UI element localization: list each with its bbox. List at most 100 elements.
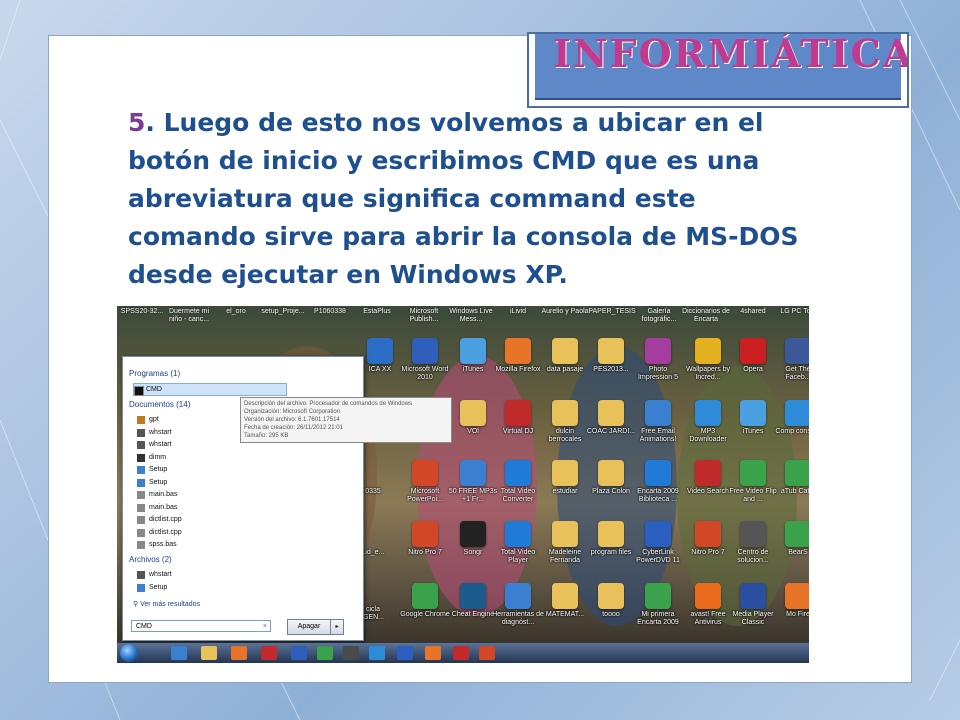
desktop-icon[interactable]: Mozilla Firefox — [492, 336, 544, 394]
desktop-icon[interactable]: dulcin berrocales — [539, 398, 591, 456]
document-item[interactable]: main.bas — [137, 489, 177, 500]
taskbar-powerpoint-icon[interactable] — [479, 646, 495, 660]
document-item[interactable]: Setup — [137, 477, 167, 488]
desktop-icon[interactable]: Comp consu... — [772, 398, 809, 456]
desktop-icon-label: Herramientas de diagnóst... — [492, 611, 544, 626]
desktop-top-label[interactable]: iLivid — [493, 308, 543, 316]
start-menu: Programas (1) CMD Documentos (14) gpt whs… — [122, 356, 452, 641]
taskbar-opera-icon[interactable] — [453, 646, 469, 660]
desktop-icon[interactable]: estudiar — [539, 458, 591, 516]
file-icon — [137, 466, 145, 474]
desktop-icon[interactable]: Mo Fire — [772, 581, 809, 639]
desktop-icon[interactable]: aTub Cat... — [772, 458, 809, 516]
desktop-top-label[interactable]: SPSS20-32... — [117, 308, 167, 316]
document-item[interactable]: spss.bas — [137, 539, 177, 550]
file-item[interactable]: Setup — [137, 582, 167, 593]
desktop-icon[interactable]: Get The Faceb... — [772, 336, 809, 394]
desktop-icon[interactable]: CyberLink PowerDVD 11 — [632, 519, 684, 577]
desktop-icon-label: dulcin berrocales — [548, 428, 582, 443]
desktop-top-label[interactable]: Aurelio y Paola — [540, 308, 590, 316]
desktop-icon-label: MATEMAT... — [545, 611, 585, 618]
start-orb-button[interactable] — [120, 644, 138, 662]
desktop-top-label[interactable]: Windows Live Mess... — [446, 308, 496, 324]
desktop-icon[interactable]: cicla GEN... — [363, 576, 384, 634]
desktop-icon[interactable]: Herramientas de diagnóst... — [492, 581, 544, 639]
document-item[interactable]: whstart — [137, 439, 172, 450]
desktop-icon[interactable]: Mi primera Encarta 2009 — [632, 581, 684, 639]
desktop-top-label[interactable]: PAPER_TESIS — [587, 308, 637, 316]
taskbar-app-icon[interactable] — [317, 646, 333, 660]
desktop-top-label[interactable]: 4shared — [728, 308, 778, 316]
clear-search-icon[interactable]: × — [263, 621, 267, 633]
taskbar-firefox-icon[interactable] — [425, 646, 441, 660]
document-item[interactable]: dimm — [137, 452, 166, 463]
programs-header[interactable]: Programas (1) — [129, 369, 180, 378]
app-icon — [695, 583, 721, 609]
taskbar-app-icon[interactable] — [369, 646, 385, 660]
taskbar-ie-icon[interactable] — [171, 646, 187, 660]
taskbar-app-icon[interactable] — [397, 646, 413, 660]
taskbar-winrar-icon[interactable] — [261, 646, 277, 660]
desktop-icon[interactable]: Madeleine Fernanda — [539, 519, 591, 577]
start-search-input[interactable]: CMD × — [131, 620, 271, 632]
desktop-icon[interactable]: Google Chrome — [399, 581, 451, 639]
desktop-top-label[interactable]: EstaPlus — [352, 308, 402, 316]
desktop-icon[interactable]: Nitro Pro 7 — [399, 519, 451, 577]
desktop-icon[interactable]: Plaza Colon — [585, 458, 637, 516]
taskbar-explorer-icon[interactable] — [201, 646, 217, 660]
desktop-icon[interactable]: Total Video Converter — [492, 458, 544, 516]
taskbar-word-icon[interactable] — [291, 646, 307, 660]
desktop-icon[interactable]: 0335 — [363, 458, 383, 516]
document-item[interactable]: whstart — [137, 427, 172, 438]
desktop-icon[interactable]: toooo — [585, 581, 637, 639]
file-icon — [137, 491, 145, 499]
desktop-icon[interactable]: BearS — [772, 519, 809, 577]
desktop-top-label[interactable]: Galería fotográfic... — [634, 308, 684, 324]
desktop-icon[interactable]: Photo Impression 5 — [632, 336, 684, 394]
desktop-icon[interactable]: Free Email Animations! — [632, 398, 684, 456]
tooltip-line: Fecha de creación: 26/11/2012 21:01 — [244, 425, 343, 431]
desktop-icon[interactable]: Microsoft Word 2010 — [399, 336, 451, 394]
app-icon — [645, 583, 671, 609]
app-icon — [367, 338, 393, 364]
document-item[interactable]: Setup — [137, 464, 167, 475]
app-icon — [645, 460, 671, 486]
shutdown-options-chevron-icon[interactable]: ▸ — [330, 619, 344, 635]
files-header[interactable]: Archivos (2) — [129, 555, 172, 564]
desktop-top-label[interactable]: setup_Proje... — [258, 308, 308, 316]
taskbar-chrome-icon[interactable] — [231, 646, 247, 660]
document-item[interactable]: dictlist.cpp — [137, 514, 182, 525]
desktop-icon[interactable]: ud_e... — [363, 519, 385, 577]
desktop-top-label[interactable]: el_oro — [211, 308, 261, 316]
file-icon — [137, 516, 145, 524]
app-icon — [695, 460, 721, 486]
desktop-icon[interactable]: Encarta 2009 Biblioteca ... — [632, 458, 684, 516]
desktop-top-label[interactable]: LG PC Tools — [775, 308, 809, 316]
file-item[interactable]: whstart — [137, 569, 172, 580]
desktop-icon[interactable]: Total Video Player — [492, 519, 544, 577]
desktop-icon[interactable]: COAC JARDI... — [585, 398, 637, 456]
desktop-icon-label: ud_e... — [363, 549, 385, 556]
program-item-cmd[interactable]: CMD — [133, 383, 287, 396]
desktop-icon[interactable]: Virtual DJ — [492, 398, 544, 456]
app-icon — [695, 400, 721, 426]
shutdown-button[interactable]: Apagar — [287, 619, 331, 635]
documents-header[interactable]: Documentos (14) — [129, 400, 190, 409]
document-item[interactable]: dictlist.cpp — [137, 527, 182, 538]
desktop-top-label[interactable]: Microsoft Publish... — [399, 308, 449, 324]
desktop-icon[interactable]: PES2013... — [585, 336, 637, 394]
desktop-icon[interactable]: data pasaje — [539, 336, 591, 394]
desktop-top-label[interactable]: P1060338 — [305, 308, 355, 316]
step-text: . Luego de esto nos volvemos a ubicar en… — [128, 108, 799, 289]
app-icon — [552, 460, 578, 486]
app-icon — [412, 583, 438, 609]
desktop-top-label[interactable]: Duermete mi niño - canc... — [164, 308, 214, 324]
more-results-link[interactable]: ⚲ Ver más resultados — [133, 600, 200, 608]
desktop-top-label[interactable]: Diccionarios de Encarta — [681, 308, 731, 324]
desktop-icon[interactable]: Microsoft PowerPoi... — [399, 458, 451, 516]
document-item[interactable]: main.bas — [137, 502, 177, 513]
taskbar-app-icon[interactable] — [343, 646, 359, 660]
document-item[interactable]: gpt — [137, 414, 159, 425]
desktop-icon[interactable]: program files — [585, 519, 637, 577]
desktop-icon[interactable]: MATEMAT... — [539, 581, 591, 639]
